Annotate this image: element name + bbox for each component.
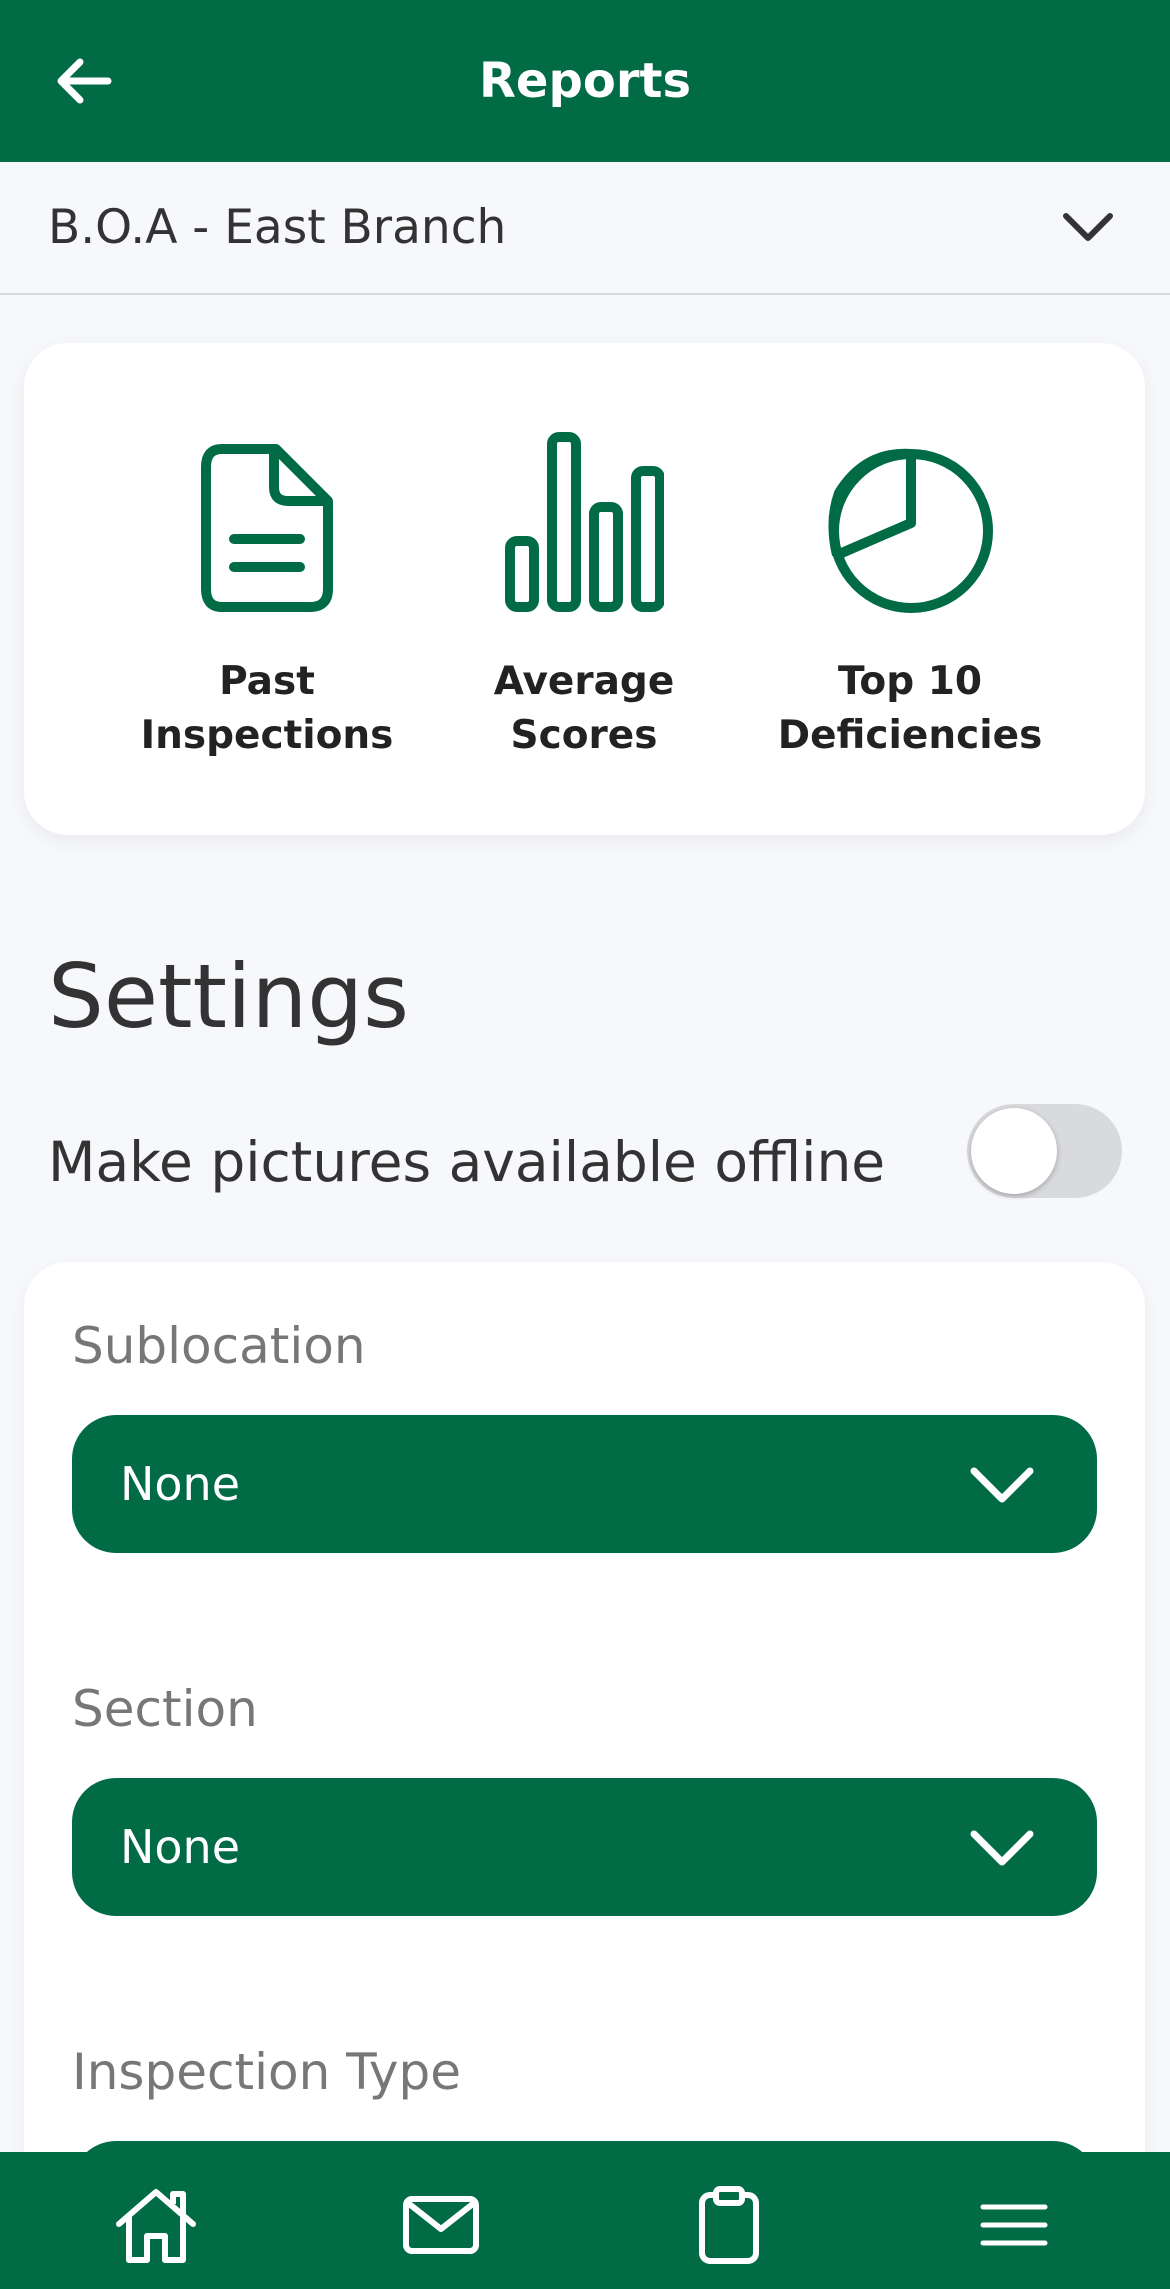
- nav-messages-button[interactable]: [396, 2180, 486, 2270]
- label-line: Past: [219, 659, 315, 704]
- chevron-down-icon: [1063, 213, 1113, 241]
- toggle-knob: [971, 1108, 1057, 1194]
- label-line: Scores: [510, 713, 658, 758]
- bar-chart-icon: [505, 432, 664, 612]
- mail-icon: [403, 2196, 479, 2254]
- top-deficiencies-label: Top 10 Deficiencies: [760, 655, 1060, 763]
- document-icon: [201, 444, 333, 612]
- nav-inspections-button[interactable]: [684, 2180, 774, 2270]
- back-button[interactable]: [50, 48, 116, 114]
- pie-chart-icon: [828, 448, 993, 613]
- top-deficiencies-button[interactable]: Top 10 Deficiencies: [760, 433, 1060, 763]
- past-inspections-button[interactable]: Past Inspections: [117, 433, 417, 763]
- label-line: Top 10: [838, 659, 982, 704]
- average-scores-label: Average Scores: [434, 655, 734, 763]
- sublocation-label: Sublocation: [72, 1317, 366, 1375]
- arrow-left-icon: [57, 58, 112, 104]
- section-label: Section: [72, 1680, 258, 1738]
- nav-home-button[interactable]: [111, 2180, 201, 2270]
- nav-menu-button[interactable]: [969, 2180, 1059, 2270]
- branch-name: B.O.A - East Branch: [48, 200, 507, 255]
- offline-pictures-label: Make pictures available offline: [48, 1130, 886, 1194]
- home-icon: [116, 2189, 196, 2263]
- app-header: Reports: [0, 0, 1170, 162]
- reports-screen: Reports B.O.A - East Branch Past Inspect…: [0, 0, 1170, 2289]
- section-select[interactable]: None: [72, 1778, 1097, 1916]
- label-line: Average: [493, 659, 675, 704]
- bottom-nav: [0, 2152, 1170, 2289]
- sublocation-select[interactable]: None: [72, 1415, 1097, 1553]
- sublocation-value: None: [120, 1457, 241, 1511]
- chevron-down-icon: [970, 1830, 1034, 1866]
- filters-card: Sublocation None Section None Inspection…: [24, 1262, 1145, 2289]
- reports-card: Past Inspections Average Scores Top 10 D…: [24, 343, 1145, 835]
- inspection-type-label: Inspection Type: [72, 2043, 461, 2101]
- section-value: None: [120, 1820, 241, 1874]
- branch-selector[interactable]: B.O.A - East Branch: [0, 162, 1170, 295]
- clipboard-icon: [699, 2186, 759, 2264]
- hamburger-menu-icon: [980, 2204, 1048, 2246]
- chevron-down-icon: [970, 1467, 1034, 1503]
- average-scores-button[interactable]: Average Scores: [434, 432, 734, 763]
- label-line: Inspections: [140, 713, 394, 758]
- page-title: Reports: [478, 53, 692, 109]
- past-inspections-label: Past Inspections: [117, 655, 417, 763]
- settings-heading: Settings: [48, 945, 409, 1048]
- label-line: Deficiencies: [777, 713, 1043, 758]
- offline-pictures-toggle[interactable]: [967, 1104, 1122, 1198]
